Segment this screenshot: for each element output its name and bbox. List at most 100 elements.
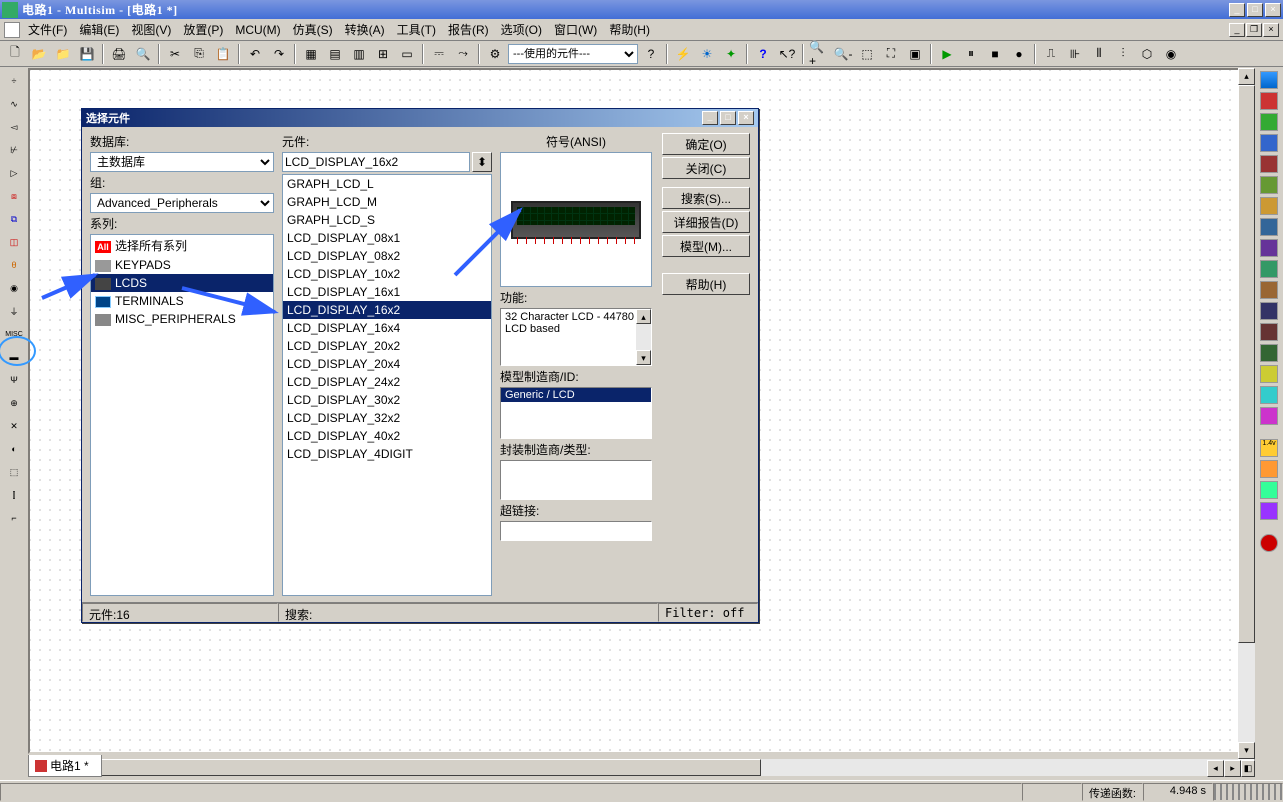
modelmfr-listbox[interactable]: Generic / LCD — [500, 387, 652, 439]
search-button[interactable]: 搜索(S)... — [662, 187, 750, 209]
cut-icon[interactable]: ✂ — [164, 43, 186, 65]
tool3-icon[interactable]: ▥ — [348, 43, 370, 65]
place-power-icon[interactable]: ⏚ — [3, 300, 25, 322]
place-hier-icon[interactable]: ⬚ — [3, 461, 25, 483]
specanalyzer-icon[interactable] — [1258, 322, 1280, 342]
logicanalyzer-icon[interactable] — [1258, 238, 1280, 258]
family-item-keypads[interactable]: KEYPADS — [91, 256, 273, 274]
mdi-restore-button[interactable]: ❐ — [1246, 23, 1262, 37]
place-analog-icon[interactable]: ▷ — [3, 162, 25, 184]
place-cmos-icon[interactable]: ⧉ — [3, 208, 25, 230]
comp-icon[interactable]: ⚙ — [484, 43, 506, 65]
place-source-icon[interactable]: ÷ — [3, 70, 25, 92]
component-item-lcd_display_10x2[interactable]: LCD_DISPLAY_10x2 — [283, 265, 491, 283]
place-conn-icon[interactable]: ⌐ — [3, 507, 25, 529]
component-item-lcd_display_32x2[interactable]: LCD_DISPLAY_32x2 — [283, 409, 491, 427]
elvis-icon[interactable] — [1258, 501, 1280, 521]
place-elmech-icon[interactable]: ⊕ — [3, 392, 25, 414]
tab-scroll-right[interactable]: ▸ — [1224, 760, 1241, 777]
distortion-icon[interactable] — [1258, 301, 1280, 321]
place-misc2-icon[interactable]: MISC — [3, 323, 25, 345]
menu-a[interactable]: 转换(A) — [339, 21, 391, 39]
place-basic-icon[interactable]: ∿ — [3, 93, 25, 115]
hyperlink-field[interactable] — [500, 521, 652, 541]
component-item-graph_lcd_m[interactable]: GRAPH_LCD_M — [283, 193, 491, 211]
place-mcu-icon[interactable]: ◐ — [3, 438, 25, 460]
menu-e[interactable]: 编辑(E) — [73, 21, 125, 39]
menu-w[interactable]: 窗口(W) — [548, 21, 603, 39]
tool2-icon[interactable]: ▤ — [324, 43, 346, 65]
zoomout-icon[interactable]: 🔍- — [832, 43, 854, 65]
func-scroll-down[interactable]: ▾ — [636, 350, 651, 365]
canvas-hscrollbar[interactable]: ◂ ▸ — [28, 759, 1255, 776]
family-item-terminals[interactable]: TERMINALS — [91, 292, 273, 310]
new-icon[interactable]: 🗋 — [4, 43, 26, 65]
family-item-misc-peripherals[interactable]: MISC_PERIPHERALS — [91, 310, 273, 328]
component-item-lcd_display_30x2[interactable]: LCD_DISPLAY_30x2 — [283, 391, 491, 409]
print-icon[interactable]: 🖨 — [108, 43, 130, 65]
database-select[interactable]: 主数据库 — [90, 152, 274, 172]
freqcounter-icon[interactable] — [1258, 196, 1280, 216]
mdi-close-button[interactable]: × — [1263, 23, 1279, 37]
help-icon[interactable]: ? — [640, 43, 662, 65]
tool5-icon[interactable]: ▭ — [396, 43, 418, 65]
zoomarea-icon[interactable]: ⬚ — [856, 43, 878, 65]
vscroll-up-icon[interactable]: ▴ — [1238, 68, 1255, 85]
probe2-icon[interactable]: ☀ — [696, 43, 718, 65]
fullscreen-icon[interactable]: ▣ — [904, 43, 926, 65]
place-adv-periph-icon[interactable]: ▬ — [3, 346, 25, 368]
t-c-icon[interactable]: ⫴ — [1088, 43, 1110, 65]
component-item-lcd_display_40x2[interactable]: LCD_DISPLAY_40x2 — [283, 427, 491, 445]
footprint-listbox[interactable] — [500, 460, 652, 500]
t-d-icon[interactable]: ⫶ — [1112, 43, 1134, 65]
group-select[interactable]: Advanced_Peripherals — [90, 193, 274, 213]
vscroll-down-icon[interactable]: ▾ — [1238, 742, 1255, 759]
wordgen-icon[interactable] — [1258, 217, 1280, 237]
component-input[interactable] — [282, 152, 470, 172]
place-mixed-icon[interactable]: θ — [3, 254, 25, 276]
funcgen-icon[interactable] — [1258, 91, 1280, 111]
current-probe-icon[interactable] — [1258, 459, 1280, 479]
whatsthis-icon[interactable]: ↖? — [776, 43, 798, 65]
t-a-icon[interactable]: ⎍ — [1040, 43, 1062, 65]
ivanalyzer-icon[interactable] — [1258, 280, 1280, 300]
redo-icon[interactable]: ↷ — [268, 43, 290, 65]
menu-v[interactable]: 视图(V) — [125, 21, 177, 39]
dialog-maximize-button[interactable]: □ — [720, 111, 736, 125]
component-item-lcd_display_16x2[interactable]: LCD_DISPLAY_16x2 — [283, 301, 491, 319]
place-transistor-icon[interactable]: ⊬ — [3, 139, 25, 161]
dialog-close-button[interactable]: × — [738, 111, 754, 125]
logicconv-icon[interactable] — [1258, 259, 1280, 279]
netanalyzer-icon[interactable] — [1258, 343, 1280, 363]
tab-split-icon[interactable]: ◧ — [1241, 760, 1255, 777]
component-item-lcd_display_20x4[interactable]: LCD_DISPLAY_20x4 — [283, 355, 491, 373]
report-button[interactable]: 详细报告(D) — [662, 211, 750, 233]
menu-mcum[interactable]: MCU(M) — [229, 21, 286, 39]
place-rf-icon[interactable]: Ψ — [3, 369, 25, 391]
component-item-lcd_display_16x1[interactable]: LCD_DISPLAY_16x1 — [283, 283, 491, 301]
multimeter-icon[interactable] — [1258, 70, 1280, 90]
labview-icon[interactable] — [1258, 480, 1280, 500]
tab-circuit1[interactable]: 电路1 * — [28, 755, 102, 777]
place-ladder-icon[interactable]: ✕ — [3, 415, 25, 437]
model-button[interactable]: 模型(M)... — [662, 235, 750, 257]
zoomin-icon[interactable]: 🔍+ — [808, 43, 830, 65]
wattmeter-icon[interactable] — [1258, 112, 1280, 132]
component-item-graph_lcd_l[interactable]: GRAPH_LCD_L — [283, 175, 491, 193]
wire-icon[interactable]: ⤳ — [452, 43, 474, 65]
menu-p[interactable]: 放置(P) — [177, 21, 229, 39]
tool1-icon[interactable]: ▦ — [300, 43, 322, 65]
preview-icon[interactable]: 🔍 — [132, 43, 154, 65]
help2-icon[interactable]: ? — [752, 43, 774, 65]
pause-icon[interactable]: ⏸ — [960, 43, 982, 65]
component-item-lcd_display_24x2[interactable]: LCD_DISPLAY_24x2 — [283, 373, 491, 391]
tool4-icon[interactable]: ⊞ — [372, 43, 394, 65]
func-scroll-up[interactable]: ▴ — [636, 309, 651, 324]
component-item-lcd_display_4digit[interactable]: LCD_DISPLAY_4DIGIT — [283, 445, 491, 463]
bode-icon[interactable] — [1258, 175, 1280, 195]
component-listbox[interactable]: GRAPH_LCD_LGRAPH_LCD_MGRAPH_LCD_SLCD_DIS… — [282, 174, 492, 596]
component-item-lcd_display_08x2[interactable]: LCD_DISPLAY_08x2 — [283, 247, 491, 265]
open2-icon[interactable]: 📁 — [52, 43, 74, 65]
family-item-------[interactable]: All选择所有系列 — [91, 235, 273, 256]
component-filter-button[interactable]: ⬍ — [472, 152, 492, 172]
